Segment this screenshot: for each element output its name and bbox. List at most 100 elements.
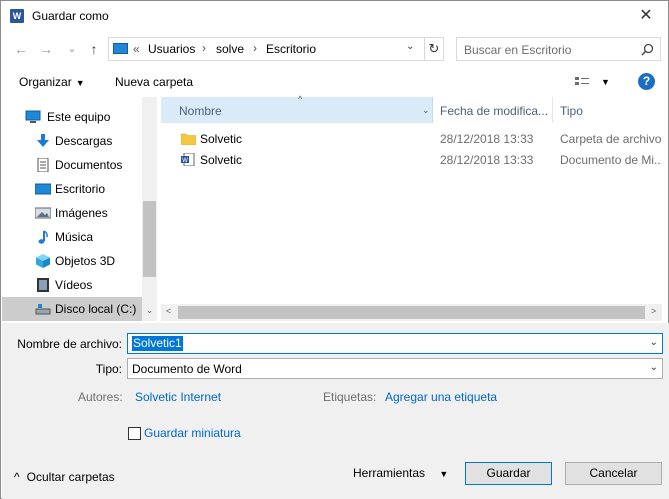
word-doc-icon: W: [181, 153, 195, 166]
help-icon[interactable]: ?: [638, 73, 655, 90]
save-as-dialog: W Guardar como ✕ ← → ⌄ ↑ « Usuarios › so…: [0, 0, 669, 499]
filename-value[interactable]: Solvetic1: [132, 336, 183, 351]
etiquetas-value[interactable]: Agregar una etiqueta: [385, 390, 497, 404]
file-row[interactable]: W Solvetic 28/12/2018 13:33 Documento de…: [161, 150, 662, 170]
chevron-down-icon[interactable]: ⌄: [650, 337, 658, 348]
sidebar-item-descargas[interactable]: Descargas: [2, 129, 143, 153]
file-name: Solvetic: [200, 132, 243, 146]
guardar-miniatura-label[interactable]: Guardar miniatura: [144, 426, 241, 440]
chevron-up-icon: ^: [14, 470, 20, 484]
sidebar-item-label: Descargas: [55, 134, 113, 148]
sidebar-item-imagenes[interactable]: Imágenes: [2, 201, 143, 225]
sidebar-item-objetos-3d[interactable]: Objetos 3D: [2, 249, 143, 273]
ocultar-carpetas-button[interactable]: ^ Ocultar carpetas: [14, 470, 115, 484]
drive-icon: [35, 304, 51, 315]
guardar-button[interactable]: Guardar: [465, 462, 552, 485]
herramientas-label: Herramientas: [353, 466, 426, 480]
desktop-icon: [35, 183, 51, 195]
guardar-miniatura-checkbox[interactable]: [128, 427, 141, 440]
sort-ascending-icon: ^: [298, 94, 303, 104]
breadcrumb-separator-icon[interactable]: ›: [253, 41, 257, 55]
up-folder-button[interactable]: ↑: [85, 39, 103, 59]
breadcrumb-solve[interactable]: solve: [216, 42, 244, 56]
organizar-label: Organizar: [19, 75, 72, 89]
file-type: Carpeta de archivos: [560, 132, 662, 146]
column-header-tipo[interactable]: Tipo: [560, 104, 583, 118]
file-date: 28/12/2018 13:33: [440, 153, 534, 167]
nav-scrollbar[interactable]: ⌄: [142, 97, 157, 321]
sidebar-item-label: Este equipo: [47, 110, 111, 124]
scroll-left-icon[interactable]: <: [166, 306, 171, 316]
file-list-hscrollbar[interactable]: < >: [161, 304, 662, 321]
path-overflow-icon[interactable]: «: [133, 42, 140, 56]
refresh-icon[interactable]: ↻: [424, 38, 443, 60]
breadcrumb-escritorio[interactable]: Escritorio: [266, 42, 316, 56]
cancelar-button[interactable]: Cancelar: [565, 462, 662, 485]
file-name: Solvetic: [200, 153, 243, 167]
close-button[interactable]: ✕: [631, 5, 661, 27]
breadcrumb-usuarios[interactable]: Usuarios: [148, 42, 195, 56]
scrollbar-thumb[interactable]: [178, 306, 645, 319]
tipo-label: Tipo:: [95, 362, 122, 376]
autores-value[interactable]: Solvetic Internet: [135, 390, 221, 404]
computer-icon: [113, 43, 128, 54]
scroll-down-icon[interactable]: ⌄: [142, 305, 157, 316]
recent-locations-icon[interactable]: ⌄: [63, 39, 81, 59]
address-bar[interactable]: « Usuarios › solve › Escritorio ⌄ ↻: [108, 37, 444, 61]
document-icon: [37, 158, 49, 172]
sidebar-item-videos[interactable]: Vídeos: [2, 273, 143, 297]
filename-input[interactable]: Solvetic1 ⌄: [127, 333, 663, 354]
sidebar-item-label: Escritorio: [55, 182, 106, 196]
sidebar-item-label: Música: [55, 230, 94, 244]
file-type-value: Documento de Word: [132, 362, 242, 376]
file-type: Documento de Mi...: [560, 153, 662, 167]
navigation-pane: Este equipo Descargas Documentos Escrito…: [2, 97, 157, 321]
back-button[interactable]: ←: [12, 39, 30, 59]
sidebar-item-disco-local[interactable]: Disco local (C:): [2, 297, 143, 321]
herramientas-button[interactable]: Herramientas ▼: [353, 466, 448, 480]
view-options-icon[interactable]: [574, 75, 592, 89]
scrollbar-thumb[interactable]: [143, 201, 156, 277]
video-icon: [37, 278, 49, 292]
word-app-icon: W: [10, 9, 24, 23]
column-header-fecha[interactable]: Fecha de modifica...: [440, 104, 548, 118]
file-type-select[interactable]: Documento de Word ⌄: [127, 358, 663, 379]
file-row[interactable]: Solvetic 28/12/2018 13:33 Carpeta de arc…: [161, 129, 662, 149]
search-icon: [641, 43, 654, 56]
search-placeholder[interactable]: Buscar en Escritorio: [464, 43, 571, 57]
sidebar-item-label: Disco local (C:): [55, 302, 137, 316]
svg-text:W: W: [182, 157, 188, 164]
dropdown-arrow-icon: ▼: [439, 469, 449, 479]
sidebar-item-label: Documentos: [55, 158, 123, 172]
folder-icon: [181, 133, 196, 145]
download-icon: [37, 134, 49, 147]
sidebar-item-escritorio[interactable]: Escritorio: [2, 177, 143, 201]
chevron-down-icon[interactable]: ⌄: [406, 41, 414, 52]
title-bar: W Guardar como ✕: [1, 1, 668, 31]
sidebar-item-label: Imágenes: [55, 206, 108, 220]
sidebar-item-este-equipo[interactable]: Este equipo: [2, 105, 143, 129]
scroll-right-icon[interactable]: >: [651, 306, 656, 316]
breadcrumb-separator-icon[interactable]: ›: [202, 41, 206, 55]
nueva-carpeta-button[interactable]: Nueva carpeta: [115, 75, 193, 89]
dialog-title: Guardar como: [32, 9, 109, 23]
search-box[interactable]: Buscar en Escritorio: [456, 37, 661, 61]
view-dropdown-icon[interactable]: ▼: [601, 77, 610, 87]
chevron-down-icon[interactable]: ⌄: [650, 362, 658, 373]
sidebar-item-musica[interactable]: Música: [2, 225, 143, 249]
column-divider[interactable]: [552, 97, 553, 123]
forward-button[interactable]: →: [37, 39, 55, 59]
sidebar-item-label: Vídeos: [55, 278, 93, 292]
cube-icon: [36, 254, 50, 268]
autores-label: Autores:: [78, 390, 123, 404]
etiquetas-label: Etiquetas:: [323, 390, 377, 404]
filename-label: Nombre de archivo:: [17, 337, 122, 351]
column-filter-icon[interactable]: ⌄: [422, 105, 430, 116]
pictures-icon: [35, 207, 51, 219]
computer-icon: [25, 110, 41, 123]
dropdown-arrow-icon: ▼: [75, 78, 85, 88]
organizar-button[interactable]: Organizar ▼: [19, 75, 85, 89]
sidebar-item-documentos[interactable]: Documentos: [2, 153, 143, 177]
ocultar-carpetas-label: Ocultar carpetas: [26, 470, 115, 484]
column-header-nombre-label: Nombre: [179, 104, 222, 118]
